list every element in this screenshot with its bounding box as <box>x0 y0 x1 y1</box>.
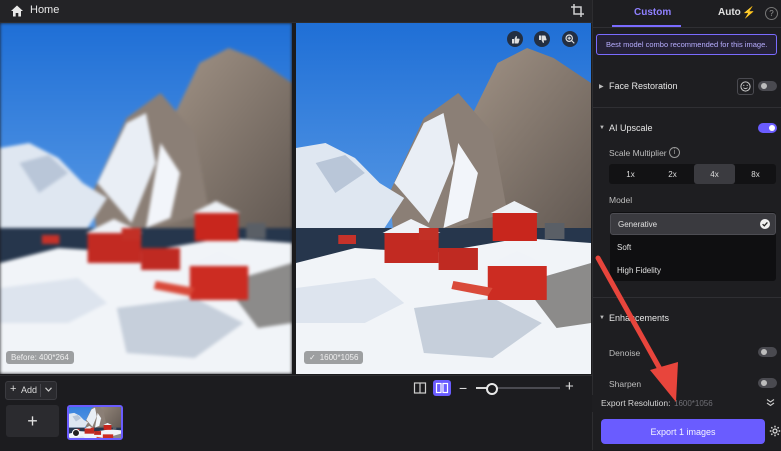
crop-icon[interactable] <box>571 4 584 17</box>
side-by-side-icon <box>435 382 449 394</box>
add-separator <box>40 384 41 397</box>
thumbs-up-icon <box>511 35 520 43</box>
face-restoration-toggle[interactable] <box>758 81 777 91</box>
scale-option-4x[interactable]: 4x <box>694 164 735 184</box>
magnifier-plus-icon <box>565 34 575 44</box>
scale-multiplier-selector: 1x 2x 4x 8x <box>609 164 776 184</box>
scale-option-2x[interactable]: 2x <box>652 164 693 184</box>
add-label: Add <box>21 385 38 395</box>
thumbs-down-icon <box>538 35 547 43</box>
tab-divider <box>593 27 781 28</box>
zoom-in-button[interactable] <box>562 31 578 47</box>
after-image[interactable]: ✓ 1600*1056 <box>296 23 591 374</box>
home-link[interactable]: Home <box>30 4 59 16</box>
face-options-button[interactable] <box>737 78 754 95</box>
before-caption: Before: 400*264 <box>6 351 74 364</box>
gear-icon[interactable] <box>769 425 781 437</box>
before-image[interactable]: Before: 400*264 <box>0 23 292 374</box>
ai-upscale-label: AI Upscale <box>609 123 653 133</box>
ai-upscale-toggle[interactable] <box>758 123 777 133</box>
after-caption: 1600*1056 <box>319 353 359 362</box>
add-button[interactable]: + Add <box>5 381 57 400</box>
after-caption-badge: ✓ 1600*1056 <box>304 351 364 364</box>
enhancements-label: Enhancements <box>609 313 670 323</box>
scale-option-8x[interactable]: 8x <box>735 164 776 184</box>
image-thumbnail[interactable] <box>67 405 123 440</box>
zoom-slider-handle[interactable] <box>486 383 499 395</box>
zoom-out-button[interactable]: − <box>459 380 467 396</box>
section-divider <box>593 297 781 298</box>
home-icon[interactable] <box>10 4 24 18</box>
thumbs-down-button[interactable] <box>534 31 550 47</box>
scale-multiplier-label: Scale Multiplier <box>609 148 667 158</box>
expand-triangle-icon[interactable]: ▼ <box>599 315 605 321</box>
add-image-tile[interactable]: + <box>6 405 59 437</box>
side-by-side-button[interactable] <box>433 380 451 396</box>
export-resolution-label: Export Resolution: <box>601 398 671 408</box>
model-option-soft[interactable]: Soft <box>610 236 776 258</box>
model-option-high-fidelity[interactable]: High Fidelity <box>610 259 776 281</box>
export-button[interactable]: Export 1 images <box>601 419 765 444</box>
denoise-toggle[interactable] <box>758 347 777 357</box>
smiley-icon <box>740 81 751 92</box>
add-plus-icon: + <box>10 383 17 395</box>
info-icon[interactable]: i <box>669 147 680 158</box>
lightning-bolt-icon: ⚡ <box>742 7 756 19</box>
sharpen-label: Sharpen <box>609 379 642 389</box>
denoise-label: Denoise <box>609 348 641 358</box>
tab-custom[interactable]: Custom <box>634 7 671 18</box>
scale-option-1x[interactable]: 1x <box>610 164 651 184</box>
collapse-triangle-icon[interactable]: ▶ <box>599 83 604 90</box>
model-option-generative[interactable]: Generative <box>610 213 776 235</box>
help-icon[interactable]: ? <box>765 7 778 20</box>
checkmark-icon <box>760 219 770 229</box>
split-view-icon[interactable] <box>413 381 427 395</box>
zoom-in-plus-button[interactable]: + <box>565 378 574 395</box>
chevron-down-icon[interactable] <box>45 387 52 392</box>
double-chevron-down-icon[interactable] <box>766 398 775 407</box>
thumbnail-status-icon <box>72 429 80 437</box>
export-resolution-value: 1600*1056 <box>674 399 713 408</box>
model-list: Generative Soft High Fidelity <box>610 212 776 281</box>
check-icon: ✓ <box>309 353 316 362</box>
expand-triangle-icon[interactable]: ▼ <box>599 125 605 131</box>
sharpen-toggle[interactable] <box>758 378 777 388</box>
recommendation-tip: Best model combo recommended for this im… <box>596 34 777 55</box>
tab-auto[interactable]: Auto <box>718 7 741 18</box>
section-divider <box>593 107 781 108</box>
face-restoration-label: Face Restoration <box>609 81 678 91</box>
model-label: Model <box>609 195 633 205</box>
top-bar <box>0 0 592 23</box>
thumbs-up-button[interactable] <box>507 31 523 47</box>
model-option-label: Generative <box>618 219 658 229</box>
